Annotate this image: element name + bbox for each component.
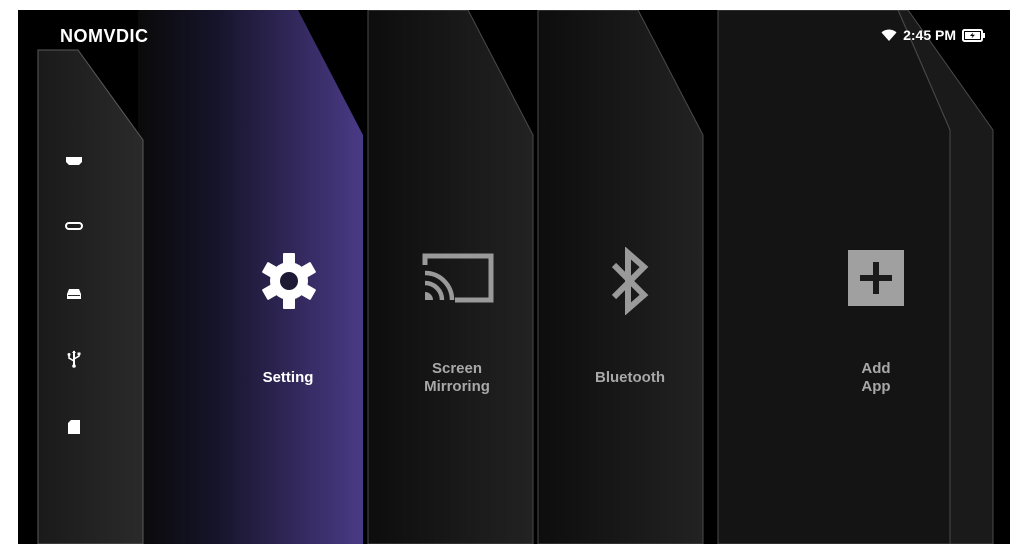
sd-card-icon[interactable]	[63, 416, 85, 438]
battery-charging-icon	[962, 28, 986, 42]
tile-screen-mirroring-label: Screen Mirroring	[424, 360, 490, 395]
panel-sources-bg	[37, 49, 144, 544]
plus-icon	[848, 250, 904, 306]
brand-logo: NOMVDIC	[60, 26, 149, 46]
tile-setting[interactable]: Setting	[138, 10, 363, 544]
launcher-screen: NOMVDIC 2:45 PM Setting Screen Mirroring…	[18, 10, 1010, 544]
storage-icon[interactable]	[63, 283, 85, 305]
tile-add-app-label: Add App	[861, 360, 891, 395]
tile-bluetooth[interactable]: Bluetooth	[538, 10, 703, 544]
tile-bluetooth-label: Bluetooth	[595, 369, 665, 386]
hdmi-1-icon[interactable]	[63, 150, 85, 172]
usb-icon[interactable]	[63, 348, 85, 370]
tile-screen-mirroring[interactable]: Screen Mirroring	[368, 10, 533, 544]
usb-c-icon[interactable]	[63, 215, 85, 237]
cast-icon	[420, 250, 495, 305]
tile-add-app[interactable]: Add App	[718, 10, 950, 544]
tile-setting-label: Setting	[262, 369, 314, 386]
gear-icon	[256, 248, 321, 313]
bluetooth-icon	[605, 246, 655, 316]
